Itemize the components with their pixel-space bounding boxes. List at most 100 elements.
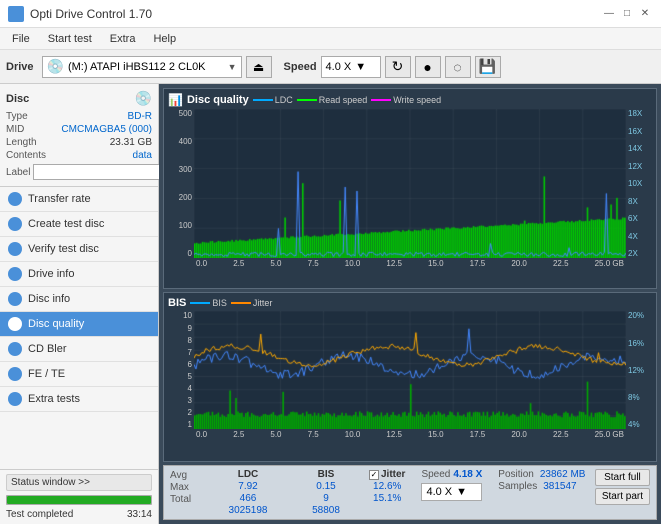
jitter-avg: 12.6% [369,481,405,492]
nav-icon-fe-te [8,367,22,381]
quality-y-axis-right: 18X 16X 14X 12X 10X 8X 6X 4X 2X [626,109,652,258]
status-area: Status window >> Test completed 33:14 [0,469,158,524]
disc-contents-label: Contents [6,150,46,161]
menu-extra[interactable]: Extra [102,31,144,47]
sidebar-item-create-test-disc[interactable]: Create test disc [0,212,158,237]
speed-select[interactable]: 4.0 X ▼ [321,56,381,78]
disc-length-label: Length [6,137,37,148]
stats-bar: Avg Max Total LDC 7.92 466 3025198 BIS 0… [163,465,657,520]
stats-avg-label: Avg [170,470,205,481]
speed-val: 4.18 X [453,469,482,480]
disc-type-label: Type [6,111,28,122]
titlebar: Opti Drive Control 1.70 — □ ✕ [0,0,661,28]
bis-avg: 0.15 [291,481,361,492]
nav-label-disc-quality: Disc quality [28,318,84,330]
speed-value: 4.0 X [326,61,352,73]
drive-select[interactable]: 💿 (M:) ATAPI iHBS112 2 CL0K ▼ [42,56,242,78]
nav-icon-drive-info [8,267,22,281]
minimize-button[interactable]: — [601,6,617,22]
disc-label-key: Label [6,167,30,178]
disc-panel: Disc 💿 Type BD-R MID CMCMAGBA5 (000) Len… [0,84,158,187]
status-text: Test completed [6,509,73,520]
disc-type-value: BD-R [128,111,152,122]
sidebar-item-extra-tests[interactable]: Extra tests [0,387,158,412]
burn-button[interactable]: ● [415,56,441,78]
start-part-button[interactable]: Start part [595,488,650,505]
disc-mid-value: CMCMAGBA5 (000) [61,124,152,135]
ldc-header: LDC [213,469,283,480]
speed-arrow: ▼ [355,61,366,73]
bis-chart-wrapper: 10 9 8 7 6 5 4 3 2 1 20 [168,311,652,429]
save-button[interactable]: 💾 [475,56,501,78]
quality-chart-icon: 📊 [168,93,183,107]
sidebar-item-drive-info[interactable]: Drive info [0,262,158,287]
menu-start-test[interactable]: Start test [40,31,100,47]
sidebar-item-cd-bler[interactable]: CD Bler [0,337,158,362]
ldc-max: 466 [213,493,283,504]
bis-chart-panel: BIS BIS Jitter 10 9 8 7 6 [163,292,657,462]
jitter-checkbox[interactable]: ✓ [369,470,379,480]
legend-write-label: Write speed [393,95,441,105]
nav-label-fe-te: FE / TE [28,368,65,380]
legend-write-speed: Write speed [371,95,441,105]
eject-button[interactable]: ⏏ [246,56,272,78]
legend-ldc-label: LDC [275,95,293,105]
status-window-button[interactable]: Status window >> [6,474,152,491]
disc-length-value: 23.31 GB [110,137,152,148]
start-full-button[interactable]: Start full [595,469,650,486]
erase-button[interactable]: ◌ [445,56,471,78]
app-icon [8,6,24,22]
quality-canvas [194,109,626,258]
samples-val: 381547 [543,481,576,492]
legend-write-color [371,99,391,101]
sidebar-item-disc-info[interactable]: Disc info [0,287,158,312]
chart-buttons: Start full Start part [595,469,650,505]
sidebar-item-verify-test-disc[interactable]: Verify test disc [0,237,158,262]
quality-y-axis-left: 500 400 300 200 100 0 [168,109,194,258]
close-button[interactable]: ✕ [637,6,653,22]
disc-section-title: Disc [6,93,29,105]
quality-x-axis: 0.0 2.5 5.0 7.5 10.0 12.5 15.0 17.5 20.0… [168,259,652,268]
legend-bis-color [190,302,210,304]
samples-label: Samples [498,481,537,492]
quality-chart-wrapper: 500 400 300 200 100 0 18X 16X 14X 1 [168,109,652,258]
speed-section: Speed 4.18 X 4.0 X ▼ [421,469,482,501]
legend-bis: BIS [190,298,227,308]
menu-file[interactable]: File [4,31,38,47]
bis-header: BIS [291,469,361,480]
progress-bar-fill [7,496,151,504]
drive-toolbar: Drive 💿 (M:) ATAPI iHBS112 2 CL0K ▼ ⏏ Sp… [0,50,661,84]
status-time: 33:14 [127,509,152,520]
speed-select-stats[interactable]: 4.0 X ▼ [421,483,482,501]
jitter-max: 15.1% [369,493,405,504]
disc-label-input[interactable] [33,164,171,180]
speed-section-label: Speed [421,469,450,480]
quality-chart-plot [194,109,626,258]
sidebar-item-fe-te[interactable]: FE / TE [0,362,158,387]
sidebar-item-transfer-rate[interactable]: Transfer rate [0,187,158,212]
nav-label-extra-tests: Extra tests [28,393,80,405]
legend-ldc: LDC [253,95,293,105]
menu-help[interactable]: Help [145,31,184,47]
nav-label-drive-info: Drive info [28,268,74,280]
progress-bar-bg [6,495,152,505]
nav-icon-transfer-rate [8,192,22,206]
bis-y-axis-right: 20% 16% 12% 8% 4% [626,311,652,429]
sidebar-item-disc-quality[interactable]: Disc quality [0,312,158,337]
quality-chart-title: Disc quality [187,94,249,106]
bis-total: 58808 [291,505,361,516]
disc-icon: 💿 [135,90,152,107]
stats-total-label: Total [170,494,205,505]
drive-label: Drive [6,61,34,73]
nav-icon-disc-quality [8,317,22,331]
stats-bis-col: BIS 0.15 9 58808 [291,469,361,516]
nav-list: Transfer rate Create test disc Verify te… [0,187,158,412]
nav-icon-create-test-disc [8,217,22,231]
refresh-button[interactable]: ↻ [385,56,411,78]
maximize-button[interactable]: □ [619,6,635,22]
ldc-avg: 7.92 [213,481,283,492]
stats-ldc-col: LDC 7.92 466 3025198 [213,469,283,516]
menubar: File Start test Extra Help [0,28,661,50]
jitter-checkbox-row: ✓ Jitter [369,469,405,480]
bis-y-axis-left: 10 9 8 7 6 5 4 3 2 1 [168,311,194,429]
